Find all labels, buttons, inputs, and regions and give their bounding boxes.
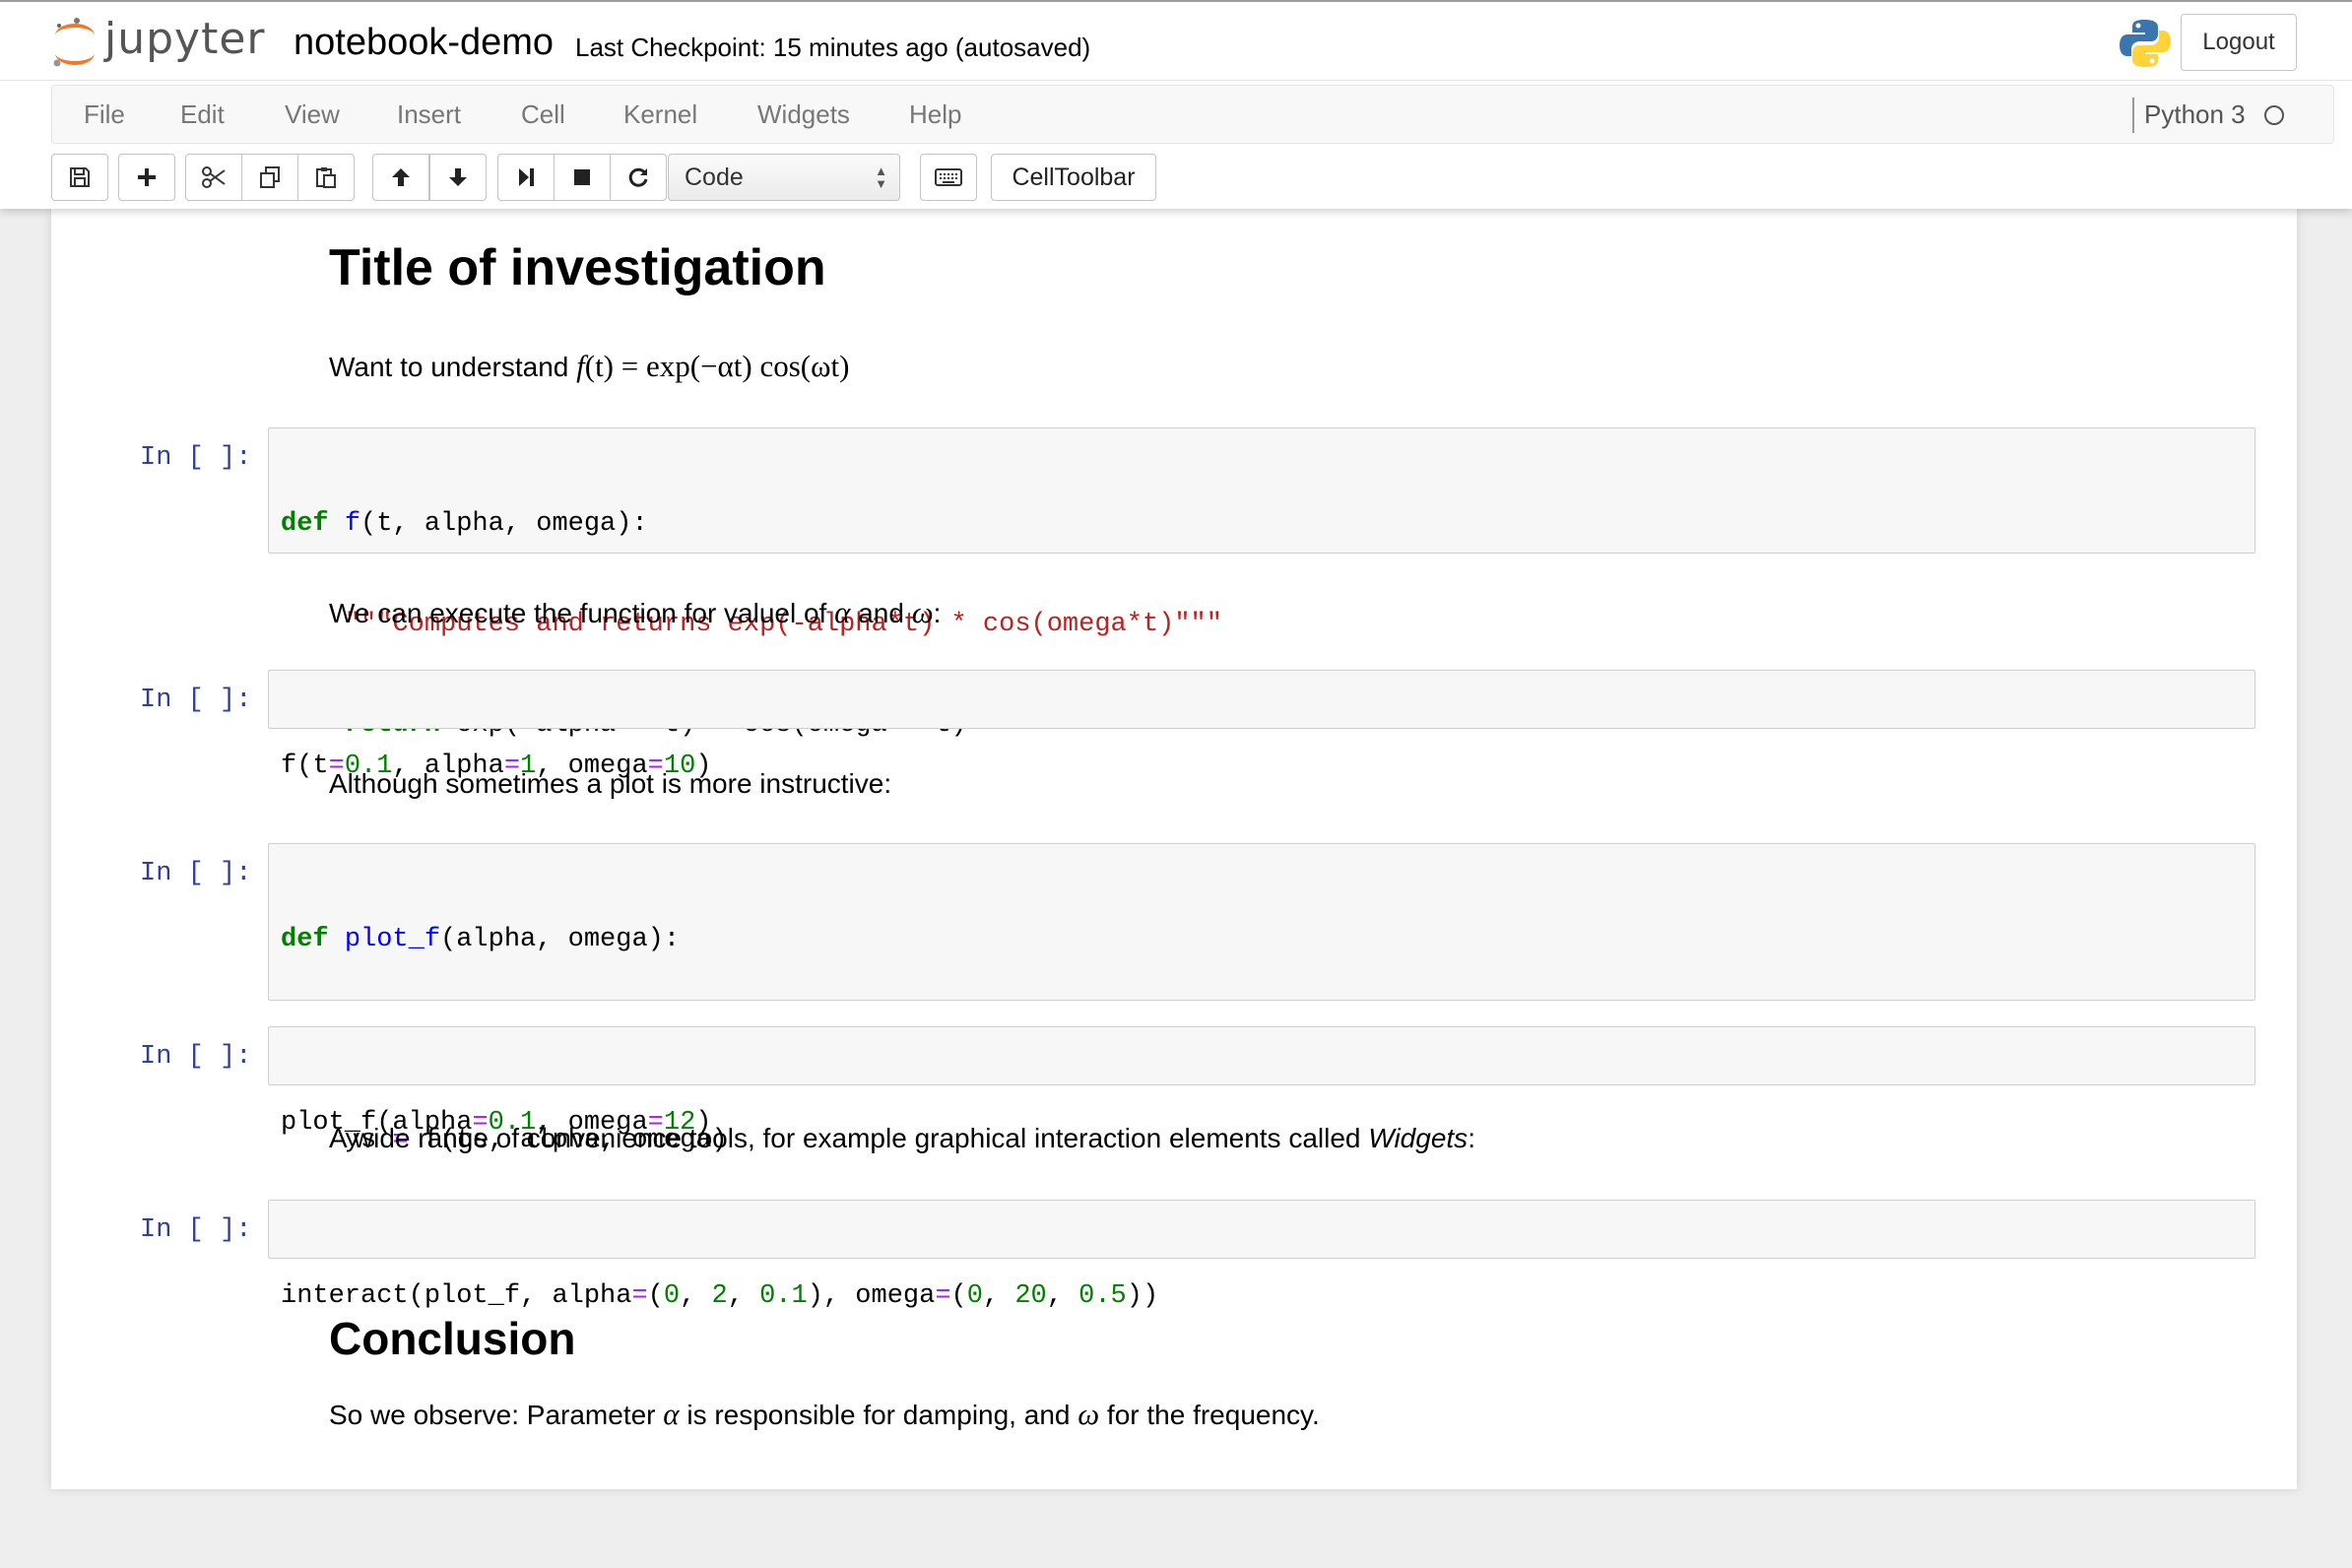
select-arrows-icon: ▲ ▼ (875, 163, 887, 191)
text2-omega: ω (911, 595, 934, 629)
menu-cell[interactable]: Cell (521, 86, 565, 143)
python-logo-icon (2118, 16, 2173, 71)
intro-math-f: f (576, 349, 585, 383)
save-icon (70, 167, 90, 187)
intro-text: Want to understand (329, 352, 577, 382)
interrupt-kernel-button[interactable] (554, 154, 611, 201)
intro-math-rest: (t) = exp(−αt) cos(ωt) (584, 349, 850, 383)
scissors-icon (202, 166, 226, 188)
menu-edit[interactable]: Edit (180, 86, 225, 143)
conclusion-omega: ω (1078, 1397, 1100, 1431)
text2-alpha: α (834, 595, 851, 629)
header-top: jupyter notebook-demo Last Checkpoint: 1… (0, 2, 2352, 81)
insert-cell-button[interactable] (118, 154, 175, 201)
cut-button[interactable] (185, 154, 242, 201)
restart-kernel-button[interactable] (610, 154, 667, 201)
save-button[interactable] (51, 154, 108, 201)
step-forward-icon (519, 168, 534, 186)
logout-button[interactable]: Logout (2181, 14, 2297, 71)
kernel-name[interactable]: Python 3 (2144, 86, 2246, 143)
kernel-separator (2132, 98, 2134, 133)
code-line: def f(t, alpha, omega): (281, 509, 648, 539)
copy-button[interactable] (241, 154, 298, 201)
kernel-idle-indicator-icon (2264, 105, 2284, 125)
conclusion-alpha: α (663, 1397, 680, 1431)
code-cell-4[interactable]: plot_f(alpha=0.1, omega=12) (268, 1026, 2255, 1138)
code-line: def plot_f(alpha, omega): (281, 925, 681, 954)
jupyter-logo-icon (53, 18, 95, 67)
arrow-down-icon (449, 168, 467, 186)
cell-type-value: Code (685, 163, 744, 191)
checkpoint-status: Last Checkpoint: 15 minutes ago (autosav… (575, 33, 1091, 62)
notebook-container: Title of investigation Want to understan… (51, 209, 2297, 1489)
stop-icon (574, 169, 590, 185)
menu-insert[interactable]: Insert (397, 86, 461, 143)
celltoolbar-button[interactable]: CellToolbar (991, 154, 1156, 201)
run-cell-button[interactable] (497, 154, 555, 201)
paste-icon (316, 167, 336, 188)
move-up-button[interactable] (372, 154, 429, 201)
move-down-button[interactable] (429, 154, 487, 201)
markdown-title[interactable]: Title of investigation (329, 238, 826, 297)
command-palette-button[interactable] (920, 154, 977, 201)
conclusion-b: is responsible for damping, and (679, 1400, 1078, 1430)
text2-a: We can execute the function for valuel o… (329, 598, 835, 628)
menu-view[interactable]: View (285, 86, 340, 143)
text2-end: : (933, 598, 942, 628)
code-cell-2[interactable]: f(t=0.1, alpha=1, omega=10) (268, 670, 2255, 781)
markdown-conclusion[interactable]: So we observe: Parameter α is responsibl… (329, 1397, 1320, 1432)
refresh-icon (628, 167, 648, 187)
menu-kernel[interactable]: Kernel (623, 86, 697, 143)
notebook-name[interactable]: notebook-demo (294, 22, 554, 64)
menu-widgets[interactable]: Widgets (757, 86, 850, 143)
text4-a: A wide range of convenience tools, for e… (329, 1123, 1369, 1153)
logo-text: jupyter (104, 14, 266, 64)
arrow-up-icon (392, 168, 410, 186)
code-cell-5[interactable]: interact(plot_f, alpha=(0, 2, 0.1), omeg… (268, 1200, 2255, 1311)
header: jupyter notebook-demo Last Checkpoint: 1… (0, 0, 2352, 209)
conclusion-c: for the frequency. (1099, 1400, 1320, 1430)
markdown-intro[interactable]: Want to understand f(t) = exp(−αt) cos(ω… (329, 349, 849, 384)
text4-end: : (1468, 1123, 1475, 1153)
markdown-text-2[interactable]: We can execute the function for valuel o… (329, 595, 941, 630)
copy-icon (260, 166, 280, 188)
jupyter-logo[interactable]: jupyter (49, 14, 266, 71)
text4-widgets: Widgets (1368, 1123, 1469, 1153)
text2-and: and (850, 598, 912, 628)
menu-help[interactable]: Help (909, 86, 961, 143)
markdown-text-3[interactable]: Although sometimes a plot is more instru… (329, 768, 891, 800)
conclusion-a: So we observe: Parameter (329, 1400, 664, 1430)
keyboard-icon (935, 168, 962, 186)
markdown-text-4[interactable]: A wide range of convenience tools, for e… (329, 1123, 1475, 1154)
cell-type-select[interactable]: Code ▲ ▼ (668, 154, 900, 201)
markdown-conclusion-title[interactable]: Conclusion (329, 1312, 575, 1365)
plus-icon (138, 168, 156, 186)
menu-file[interactable]: File (84, 86, 125, 143)
code-line: interact(plot_f, alpha=(0, 2, 0.1), omeg… (281, 1281, 1159, 1311)
code-cell-1[interactable]: def f(t, alpha, omega): """Computes and … (268, 427, 2255, 740)
code-cell-3[interactable]: def plot_f(alpha, omega): ts = linspace(… (268, 843, 2255, 1256)
paste-button[interactable] (297, 154, 355, 201)
menubar: File Edit View Insert Cell Kernel Widget… (51, 85, 2334, 144)
